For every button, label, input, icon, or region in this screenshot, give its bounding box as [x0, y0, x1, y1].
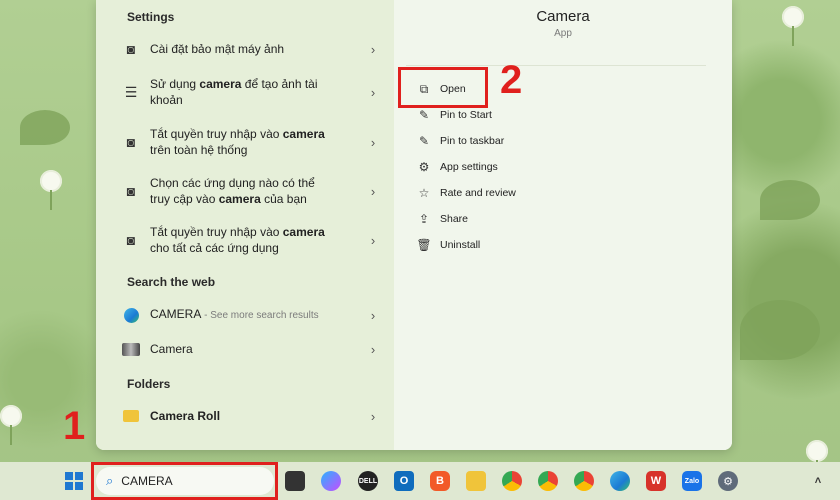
- chrome-icon[interactable]: [574, 471, 594, 491]
- share-action[interactable]: ⇪ Share: [416, 211, 468, 227]
- star-icon: ☆: [418, 186, 430, 200]
- chevron-right-icon: ›: [370, 183, 376, 199]
- pin-icon: ✎: [418, 108, 430, 122]
- settings-result-item[interactable]: ◙ Tắt quyền truy nhập vào camera cho tất …: [120, 224, 380, 256]
- chrome-icon[interactable]: [538, 471, 558, 491]
- edge-icon: [120, 304, 142, 326]
- rate-review-action[interactable]: ☆ Rate and review: [416, 185, 516, 201]
- wallpaper-leaf: [760, 180, 820, 220]
- settings-result-item[interactable]: ◙ Chọn các ứng dụng nào có thể truy cập v…: [120, 175, 380, 207]
- settings-result-label: Chọn các ứng dụng nào có thể truy cập vào…: [150, 176, 315, 206]
- pin-to-start-action[interactable]: ✎ Pin to Start: [416, 107, 492, 123]
- wallpaper-leaf: [740, 300, 820, 360]
- settings-result-label: Sử dụng camera để tạo ảnh tài khoản: [150, 77, 318, 107]
- share-label: Share: [440, 213, 469, 225]
- chevron-right-icon: ›: [370, 134, 376, 150]
- folders-section-title: Folders: [127, 377, 171, 391]
- edge-icon[interactable]: [610, 471, 630, 491]
- wallpaper-flower: [782, 6, 804, 46]
- web-result-item[interactable]: CAMERA - See more search results ›: [120, 304, 380, 326]
- gear-icon: ⚙: [418, 160, 430, 174]
- camera-icon: ◙: [126, 41, 136, 57]
- wallpaper-leaf: [20, 110, 70, 145]
- settings-section-title: Settings: [127, 10, 175, 24]
- app-title: Camera: [536, 8, 590, 25]
- outlook-icon[interactable]: O: [394, 471, 414, 491]
- search-results-list: Settings ◙ Cài đặt bảo mật máy ảnh › ☰ S…: [96, 0, 394, 450]
- windows-start-icon[interactable]: [64, 471, 84, 491]
- step-1-label: 1: [63, 404, 86, 448]
- app-type: App: [554, 28, 572, 39]
- rate-review-label: Rate and review: [440, 187, 516, 199]
- web-result-label: Camera: [150, 342, 193, 356]
- step-2-label: 2: [500, 58, 523, 102]
- pin-to-taskbar-action[interactable]: ✎ Pin to taskbar: [416, 133, 504, 149]
- folder-result-label: Camera Roll: [150, 409, 221, 423]
- chevron-right-icon: ›: [370, 307, 376, 323]
- web-result-label: CAMERA - See more search results: [150, 307, 319, 321]
- task-view-icon[interactable]: [285, 471, 305, 491]
- wps-icon[interactable]: W: [646, 471, 666, 491]
- wallpaper-flower: [0, 405, 22, 445]
- share-icon: ⇪: [418, 212, 430, 226]
- dell-icon[interactable]: DELL: [358, 471, 378, 491]
- divider: [406, 65, 706, 66]
- uninstall-label: Uninstall: [440, 239, 481, 251]
- copilot-icon[interactable]: [321, 471, 341, 491]
- brave-icon[interactable]: B: [430, 471, 450, 491]
- zalo-icon[interactable]: Zalo: [682, 471, 702, 491]
- settings-result-label: Tắt quyền truy nhập vào camera cho tất cả…: [150, 225, 325, 255]
- chevron-right-icon: ›: [370, 341, 376, 357]
- chevron-up-icon[interactable]: ˄: [808, 471, 828, 491]
- settings-result-item[interactable]: ◙ Tắt quyền truy nhập vào camera trên toà…: [120, 126, 380, 158]
- pin-to-taskbar-label: Pin to taskbar: [440, 135, 505, 147]
- camera-icon: ◙: [126, 232, 136, 248]
- settings-gear-icon[interactable]: ⚙: [718, 471, 738, 491]
- chevron-right-icon: ›: [370, 232, 376, 248]
- folder-result-item[interactable]: Camera Roll ›: [120, 405, 380, 427]
- chevron-right-icon: ›: [370, 84, 376, 100]
- app-settings-action[interactable]: ⚙ App settings: [416, 159, 498, 175]
- wallpaper-flower: [806, 440, 828, 480]
- app-settings-label: App settings: [440, 161, 498, 173]
- trash-icon: 🗑: [416, 238, 432, 252]
- file-explorer-icon[interactable]: [466, 471, 486, 491]
- account-picture-icon: ☰: [124, 83, 138, 100]
- search-highlight-box: [91, 462, 278, 500]
- camera-icon: ◙: [126, 183, 136, 199]
- settings-result-item[interactable]: ☰ Sử dụng camera để tạo ảnh tài khoản ›: [120, 76, 380, 108]
- image-thumbnail-icon: [120, 338, 142, 360]
- web-section-title: Search the web: [127, 275, 216, 289]
- wallpaper-flower: [40, 170, 62, 210]
- folder-icon: [120, 405, 142, 427]
- uninstall-action[interactable]: 🗑 Uninstall: [416, 237, 480, 253]
- pin-icon: ✎: [418, 134, 430, 148]
- chrome-icon[interactable]: [502, 471, 522, 491]
- camera-icon: ◙: [126, 134, 136, 150]
- web-result-item[interactable]: Camera ›: [120, 338, 380, 360]
- open-highlight-box: [398, 67, 488, 108]
- chevron-right-icon: ›: [370, 408, 376, 424]
- chevron-right-icon: ›: [370, 41, 376, 57]
- settings-result-label: Cài đặt bảo mật máy ảnh: [150, 42, 285, 56]
- settings-result-label: Tắt quyền truy nhập vào camera trên toàn …: [150, 127, 325, 157]
- settings-result-item[interactable]: ◙ Cài đặt bảo mật máy ảnh ›: [120, 38, 380, 60]
- pin-to-start-label: Pin to Start: [440, 109, 492, 121]
